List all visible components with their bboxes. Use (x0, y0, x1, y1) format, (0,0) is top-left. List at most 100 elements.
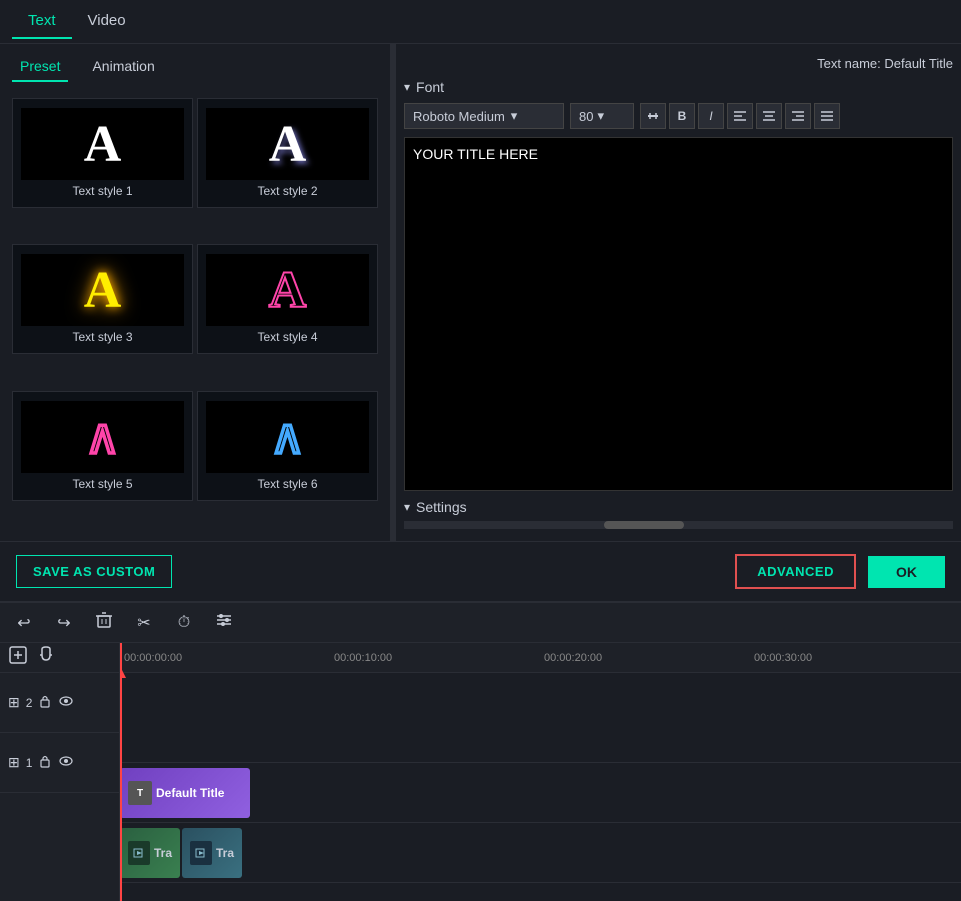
text-style-2[interactable]: A Text style 2 (197, 98, 378, 208)
tab-preset[interactable]: Preset (12, 52, 68, 82)
style-4-label: Text style 4 (257, 330, 317, 344)
format-buttons: B I (640, 103, 840, 129)
style-5-label: Text style 5 (72, 477, 132, 491)
time-marker-2: 00:00:20:00 (544, 652, 602, 664)
style-1-preview: A (21, 108, 184, 180)
style-3-preview: A (21, 254, 184, 326)
align-center-icon (762, 109, 776, 123)
add-track-icon[interactable] (8, 645, 28, 670)
settings-chevron-icon[interactable]: ▾ (404, 500, 410, 514)
style-6-label: Text style 6 (257, 477, 317, 491)
text-name-label: Text name: Default Title (817, 56, 953, 71)
sub-tab-bar: Preset Animation (0, 44, 390, 90)
eye-icon-2[interactable] (58, 695, 74, 710)
style-2-preview: A (206, 108, 369, 180)
track-2-label: ⊞ 2 (0, 673, 119, 733)
save-as-custom-button[interactable]: SAVE AS CUSTOM (16, 555, 172, 588)
font-family-value: Roboto Medium (413, 109, 505, 124)
lock-icon-2[interactable] (38, 694, 52, 711)
style-2-label: Text style 2 (257, 184, 317, 198)
time-marker-0: 00:00:00:00 (124, 652, 182, 664)
timeline: ↩ ↪ ✂ ⏱ (0, 601, 961, 901)
style-6-preview: ∧ (206, 401, 369, 473)
clip-title-label: Default Title (156, 786, 224, 800)
time-ruler: 00:00:00:00 00:00:10:00 00:00:20:00 00:0… (120, 643, 961, 673)
style-3-label: Text style 3 (72, 330, 132, 344)
clip-v2-label: Tra (216, 846, 234, 860)
clip-v1-label: Tra (154, 846, 172, 860)
text-content: YOUR TITLE HERE (413, 146, 538, 162)
track-1-label: ⊞ 1 (0, 733, 119, 793)
style-6-letter: ∧ (270, 409, 305, 465)
top-tab-bar: Text Video (0, 0, 961, 44)
align-left-icon (733, 109, 747, 123)
track-area: T Default Title Tra (120, 673, 961, 901)
delete-icon[interactable] (92, 611, 116, 634)
text-style-4[interactable]: A Text style 4 (197, 244, 378, 354)
text-name-row: Text name: Default Title (404, 52, 953, 79)
tl-header-spacer (0, 643, 119, 673)
text-style-6[interactable]: ∧ Text style 6 (197, 391, 378, 501)
grid-icon-1: ⊞ (8, 754, 20, 771)
tab-video[interactable]: Video (72, 4, 142, 39)
time-marker-3: 00:00:30:00 (754, 652, 812, 664)
style-1-letter: A (84, 115, 122, 174)
align-center-button[interactable] (756, 103, 782, 129)
scissors-icon[interactable]: ✂ (132, 613, 156, 633)
align-right-icon (791, 109, 805, 123)
lock-icon-1[interactable] (38, 754, 52, 771)
timeline-body: ⊞ 2 ⊞ 1 (0, 643, 961, 901)
scrollbar-thumb[interactable] (604, 521, 684, 529)
font-family-dropdown[interactable]: Roboto Medium ▾ (404, 103, 564, 129)
font-size-dropdown[interactable]: 80 ▾ (570, 103, 634, 129)
tab-text[interactable]: Text (12, 4, 72, 39)
redo-icon[interactable]: ↪ (52, 613, 76, 633)
track-2-number: 2 (26, 696, 33, 710)
clip-default-title[interactable]: T Default Title (120, 768, 250, 818)
tab-animation[interactable]: Animation (84, 52, 162, 82)
track-row-2-empty (120, 673, 961, 763)
clip-v2-icon (190, 841, 212, 865)
playhead-cursor[interactable] (120, 643, 122, 672)
justify-button[interactable] (814, 103, 840, 129)
settings-scrollbar[interactable] (404, 521, 953, 529)
timeline-toolbar: ↩ ↪ ✂ ⏱ (0, 603, 961, 643)
main-content: Preset Animation A Text style 1 A Text s… (0, 44, 961, 541)
font-dropdown-chevron-icon: ▾ (511, 108, 518, 124)
font-controls: Roboto Medium ▾ 80 ▾ B I (404, 103, 953, 129)
action-bar: SAVE AS CUSTOM ADVANCED OK (0, 541, 961, 601)
settings-section-header: ▾ Settings (404, 499, 953, 515)
font-section-label: Font (416, 79, 444, 95)
right-panel: Text name: Default Title ▾ Font Roboto M… (396, 44, 961, 541)
align-left-button[interactable] (727, 103, 753, 129)
track-1-number: 1 (26, 756, 33, 770)
strikethrough-button[interactable] (640, 103, 666, 129)
equalizer-icon[interactable] (212, 611, 236, 634)
style-4-preview: A (206, 254, 369, 326)
clock-icon[interactable]: ⏱ (172, 614, 196, 632)
text-style-3[interactable]: A Text style 3 (12, 244, 193, 354)
italic-button[interactable]: I (698, 103, 724, 129)
advanced-button[interactable]: ADVANCED (735, 554, 856, 589)
eye-icon-1[interactable] (58, 755, 74, 770)
ok-button[interactable]: OK (868, 556, 945, 588)
align-right-button[interactable] (785, 103, 811, 129)
style-3-letter: A (84, 261, 122, 320)
strikethrough-icon (646, 109, 660, 123)
style-4-letter: A (269, 261, 307, 320)
settings-section-label: Settings (416, 499, 467, 515)
clip-video-1[interactable]: Tra (120, 828, 180, 878)
bold-button[interactable]: B (669, 103, 695, 129)
grid-icon-2: ⊞ (8, 694, 20, 711)
undo-icon[interactable]: ↩ (12, 613, 36, 633)
playhead-line (120, 673, 122, 901)
text-input[interactable]: YOUR TITLE HERE (404, 137, 953, 491)
text-style-1[interactable]: A Text style 1 (12, 98, 193, 208)
font-size-chevron-icon: ▾ (597, 108, 604, 124)
magnet-icon[interactable] (36, 645, 56, 670)
clip-video-2[interactable]: Tra (182, 828, 242, 878)
font-chevron-icon[interactable]: ▾ (404, 80, 410, 94)
style-5-preview: ∧ (21, 401, 184, 473)
style-2-letter: A (269, 115, 307, 174)
text-style-5[interactable]: ∧ Text style 5 (12, 391, 193, 501)
